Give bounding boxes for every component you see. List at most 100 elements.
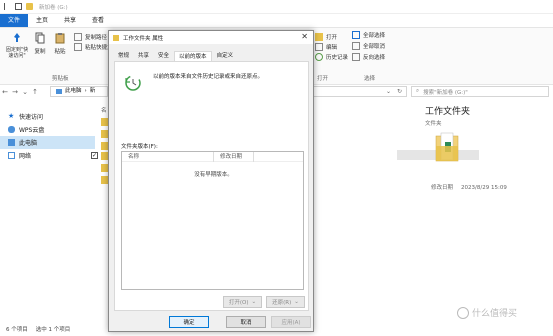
select-none-label: 全部取消 (363, 44, 386, 50)
properties-icon[interactable] (15, 3, 22, 10)
invert-selection-icon (352, 53, 360, 61)
invert-selection-button[interactable]: 反向选择 (352, 53, 385, 61)
network-icon (8, 152, 15, 159)
details-title: 工作文件夹 (425, 107, 471, 117)
column-header-name[interactable]: 名 (101, 106, 107, 114)
open-button[interactable]: 打开 (315, 33, 337, 41)
edit-icon (315, 43, 323, 51)
restore-version-button[interactable]: 还原(R) ⌄ (266, 296, 305, 308)
up-arrow-icon[interactable]: ↑ (30, 88, 40, 96)
tab-customize[interactable]: 自定义 (213, 51, 238, 61)
folder-icon (113, 34, 119, 41)
details-pane: 工作文件夹 文件夹 修改日期 2023/8/29 15:09 (425, 104, 553, 204)
tab-general[interactable]: 常规 (114, 51, 133, 61)
folder-versions-label: 文件夹版本(F): (121, 144, 158, 150)
computer-icon (56, 89, 62, 94)
breadcrumb-drive[interactable]: 新 (90, 87, 96, 96)
paste-button[interactable]: 粘贴 (54, 32, 66, 55)
status-item-count: 6 个项目 (6, 327, 28, 333)
select-all-button[interactable]: 全部选择 (352, 31, 385, 39)
cancel-button[interactable]: 取消 (226, 316, 266, 328)
tab-view[interactable]: 查看 (84, 14, 112, 27)
open-version-button[interactable]: 打开(O) ⌄ (223, 296, 262, 308)
column-header-modified[interactable]: 修改日期 (214, 151, 254, 162)
select-none-icon (352, 42, 360, 50)
back-arrow-icon[interactable]: ← (0, 88, 10, 96)
tab-home[interactable]: 主页 (28, 14, 56, 27)
ok-button[interactable]: 确定 (169, 316, 209, 328)
history-button[interactable]: 历史记录 (315, 53, 348, 61)
open-label: 打开 (326, 35, 338, 41)
explorer-titlebar: 新加卷 (G:) (0, 0, 553, 14)
details-modified-value: 2023/8/29 15:09 (461, 185, 507, 191)
previous-versions-panel: 以前的版本来自文件历史记录或来自还原点。 文件夹版本(F): 名称 修改日期 没… (114, 61, 309, 311)
open-group-label: 打开 (317, 76, 329, 82)
edit-label: 编辑 (326, 45, 338, 51)
details-modified: 修改日期 2023/8/29 15:09 (431, 183, 515, 191)
address-bar[interactable]: 此电脑 › 新 (50, 86, 108, 97)
nav-item-label: 此电脑 (19, 140, 38, 147)
select-none-button[interactable]: 全部取消 (352, 42, 385, 50)
row-checkbox[interactable]: ✓ (91, 152, 98, 159)
copy-label: 复制 (34, 49, 46, 55)
select-group-label: 选择 (364, 76, 376, 82)
open-version-label: 打开(O) (228, 300, 249, 306)
details-modified-label: 修改日期 (431, 185, 454, 191)
dialog-title: 工作文件夹 属性 (123, 35, 164, 42)
properties-dialog: 工作文件夹 属性 ✕ 常规 共享 安全 以前的版本 自定义 以前的版本来自文件历… (108, 30, 314, 332)
chevron-down-icon: ⌄ (251, 299, 257, 305)
watermark-text: 什么值得买 (472, 309, 518, 319)
apply-button[interactable]: 应用(A) (271, 316, 311, 328)
dialog-tabs: 常规 共享 安全 以前的版本 自定义 (114, 51, 238, 62)
restore-history-icon (124, 74, 142, 92)
copy-path-button[interactable]: 复制路径 (74, 33, 107, 41)
navigation-pane: ★ 快速访问 WPS云盘 此电脑 网络 (0, 100, 95, 322)
open-icon (315, 33, 323, 41)
watermark-logo-icon (457, 306, 469, 319)
recent-dropdown-icon[interactable]: ⌄ (20, 88, 30, 96)
column-header-name[interactable]: 名称 (122, 151, 214, 162)
breadcrumb-this-pc[interactable]: 此电脑 (65, 87, 82, 96)
computer-icon (8, 139, 15, 146)
nav-item-quick-access[interactable]: ★ 快速访问 (0, 110, 95, 123)
ribbon-tabs: 文件 主页 共享 查看 (0, 14, 553, 27)
folder-preview-icon (435, 132, 459, 162)
copy-button[interactable]: 复制 (34, 32, 46, 55)
close-icon[interactable]: ✕ (301, 32, 308, 41)
nav-item-network[interactable]: 网络 (0, 149, 95, 162)
nav-item-label: 快速访问 (19, 114, 44, 121)
clipboard-icon (54, 32, 66, 44)
address-dropdown-icon[interactable]: ⌄ (386, 88, 391, 95)
paste-shortcut-icon (74, 43, 82, 51)
nav-item-wps-cloud[interactable]: WPS云盘 (0, 123, 95, 136)
pin-icon[interactable] (4, 3, 11, 10)
search-icon: ⌕ (416, 88, 420, 94)
tab-security[interactable]: 安全 (154, 51, 173, 61)
forward-arrow-icon[interactable]: → (10, 88, 20, 96)
edit-button[interactable]: 编辑 (315, 43, 337, 51)
window-title: 新加卷 (G:) (39, 4, 68, 11)
search-placeholder: 搜索"新加卷 (G:)" (423, 89, 468, 96)
select-all-label: 全部选择 (363, 33, 386, 39)
details-subtitle: 文件夹 (425, 121, 442, 127)
pin-quick-access-button[interactable]: 固定到"快速访问" (4, 32, 30, 59)
copy-icon (34, 32, 46, 44)
tab-sharing[interactable]: 共享 (134, 51, 153, 61)
versions-list-header: 名称 修改日期 (122, 151, 303, 162)
history-label: 历史记录 (326, 55, 349, 61)
status-selected-count: 选中 1 个项目 (35, 327, 71, 333)
tab-file[interactable]: 文件 (0, 14, 29, 27)
dialog-titlebar: 工作文件夹 属性 (109, 31, 313, 44)
pin-quick-access-label: 固定到"快速访问" (5, 47, 29, 59)
breadcrumb-separator: › (84, 88, 87, 94)
search-input[interactable]: ⌕ 搜索"新加卷 (G:)" (411, 86, 549, 97)
versions-list[interactable]: 名称 修改日期 没有早期版本。 (121, 151, 304, 290)
refresh-icon[interactable]: ↻ (397, 88, 402, 95)
nav-item-this-pc[interactable]: 此电脑 (0, 136, 95, 149)
previous-versions-hint: 以前的版本来自文件历史记录或来自还原点。 (153, 74, 264, 80)
new-folder-icon[interactable] (26, 3, 33, 10)
star-icon: ★ (8, 112, 15, 120)
nav-item-label: WPS云盘 (19, 127, 45, 134)
tab-share[interactable]: 共享 (56, 14, 84, 27)
pin-icon (11, 32, 23, 44)
